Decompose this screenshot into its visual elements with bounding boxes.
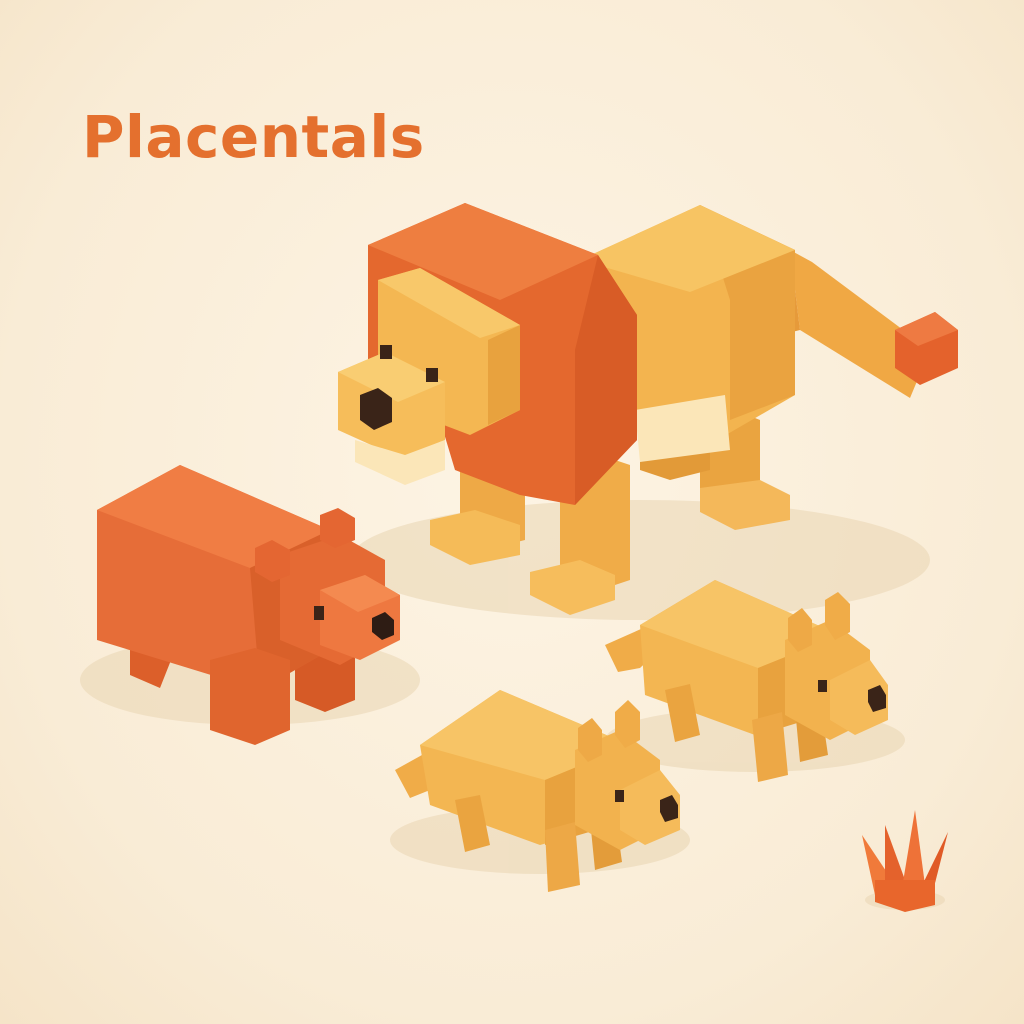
lion-eye-right [426, 368, 438, 382]
cub-front-leg-2 [545, 822, 580, 892]
lion-tail [772, 250, 958, 398]
bear-eye [314, 606, 324, 620]
cub-front-eye [615, 790, 624, 802]
cub-back-eye [818, 680, 827, 692]
bear-front-leg-right [210, 648, 290, 745]
animal-illustration [80, 203, 958, 912]
bear-ear-right [320, 508, 355, 548]
lion-eye-left [380, 345, 392, 359]
cub-back-leg-2 [752, 712, 788, 782]
